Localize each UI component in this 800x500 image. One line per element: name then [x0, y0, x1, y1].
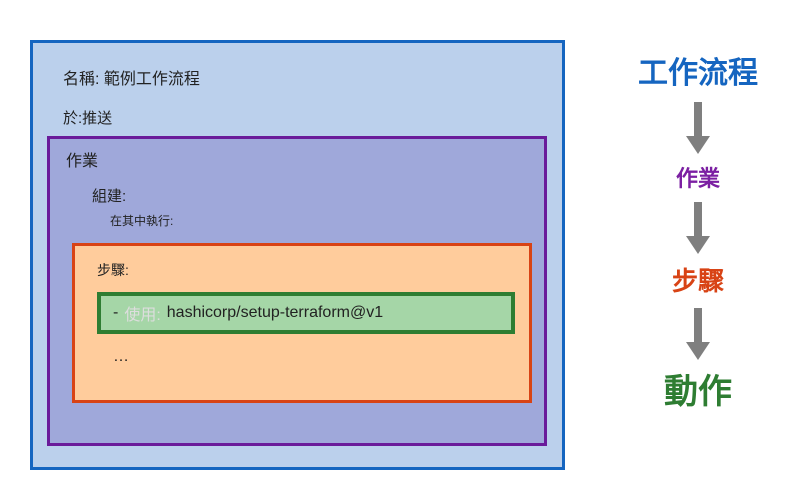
- action-dash: -: [113, 304, 118, 322]
- jobs-label: 作業: [66, 147, 530, 171]
- build-label: 組建:: [92, 185, 530, 206]
- arrow-down-icon: [686, 308, 710, 360]
- workflow-name-label: 名稱: 範例工作流程: [63, 65, 548, 89]
- legend-jobs: 作業: [676, 166, 720, 192]
- arrow-down-icon: [686, 102, 710, 154]
- workflow-on-label: 於:推送: [63, 107, 548, 128]
- diagram-container: 名稱: 範例工作流程 於:推送 作業 組建: 在其中執行: 步驟: - 使用: …: [30, 40, 565, 470]
- action-box: - 使用: hashicorp/setup-terraform@v1: [97, 292, 515, 334]
- runs-on-label: 在其中執行:: [110, 212, 530, 229]
- workflow-box: 名稱: 範例工作流程 於:推送 作業 組建: 在其中執行: 步驟: - 使用: …: [30, 40, 565, 470]
- action-reference: hashicorp/setup-terraform@v1: [167, 304, 383, 322]
- arrow-down-icon: [686, 202, 710, 254]
- steps-box: 步驟: - 使用: hashicorp/setup-terraform@v1 …: [72, 243, 532, 403]
- action-uses-label: 使用:: [124, 301, 160, 325]
- legend-workflow: 工作流程: [638, 56, 758, 92]
- steps-ellipsis: …: [113, 348, 515, 366]
- steps-label: 步驟:: [97, 260, 515, 280]
- jobs-box: 作業 組建: 在其中執行: 步驟: - 使用: hashicorp/setup-…: [47, 136, 547, 446]
- legend-steps: 步驟: [672, 266, 724, 297]
- legend-action: 動作: [664, 372, 732, 413]
- legend: 工作流程 作業 步驟 動作: [618, 56, 778, 412]
